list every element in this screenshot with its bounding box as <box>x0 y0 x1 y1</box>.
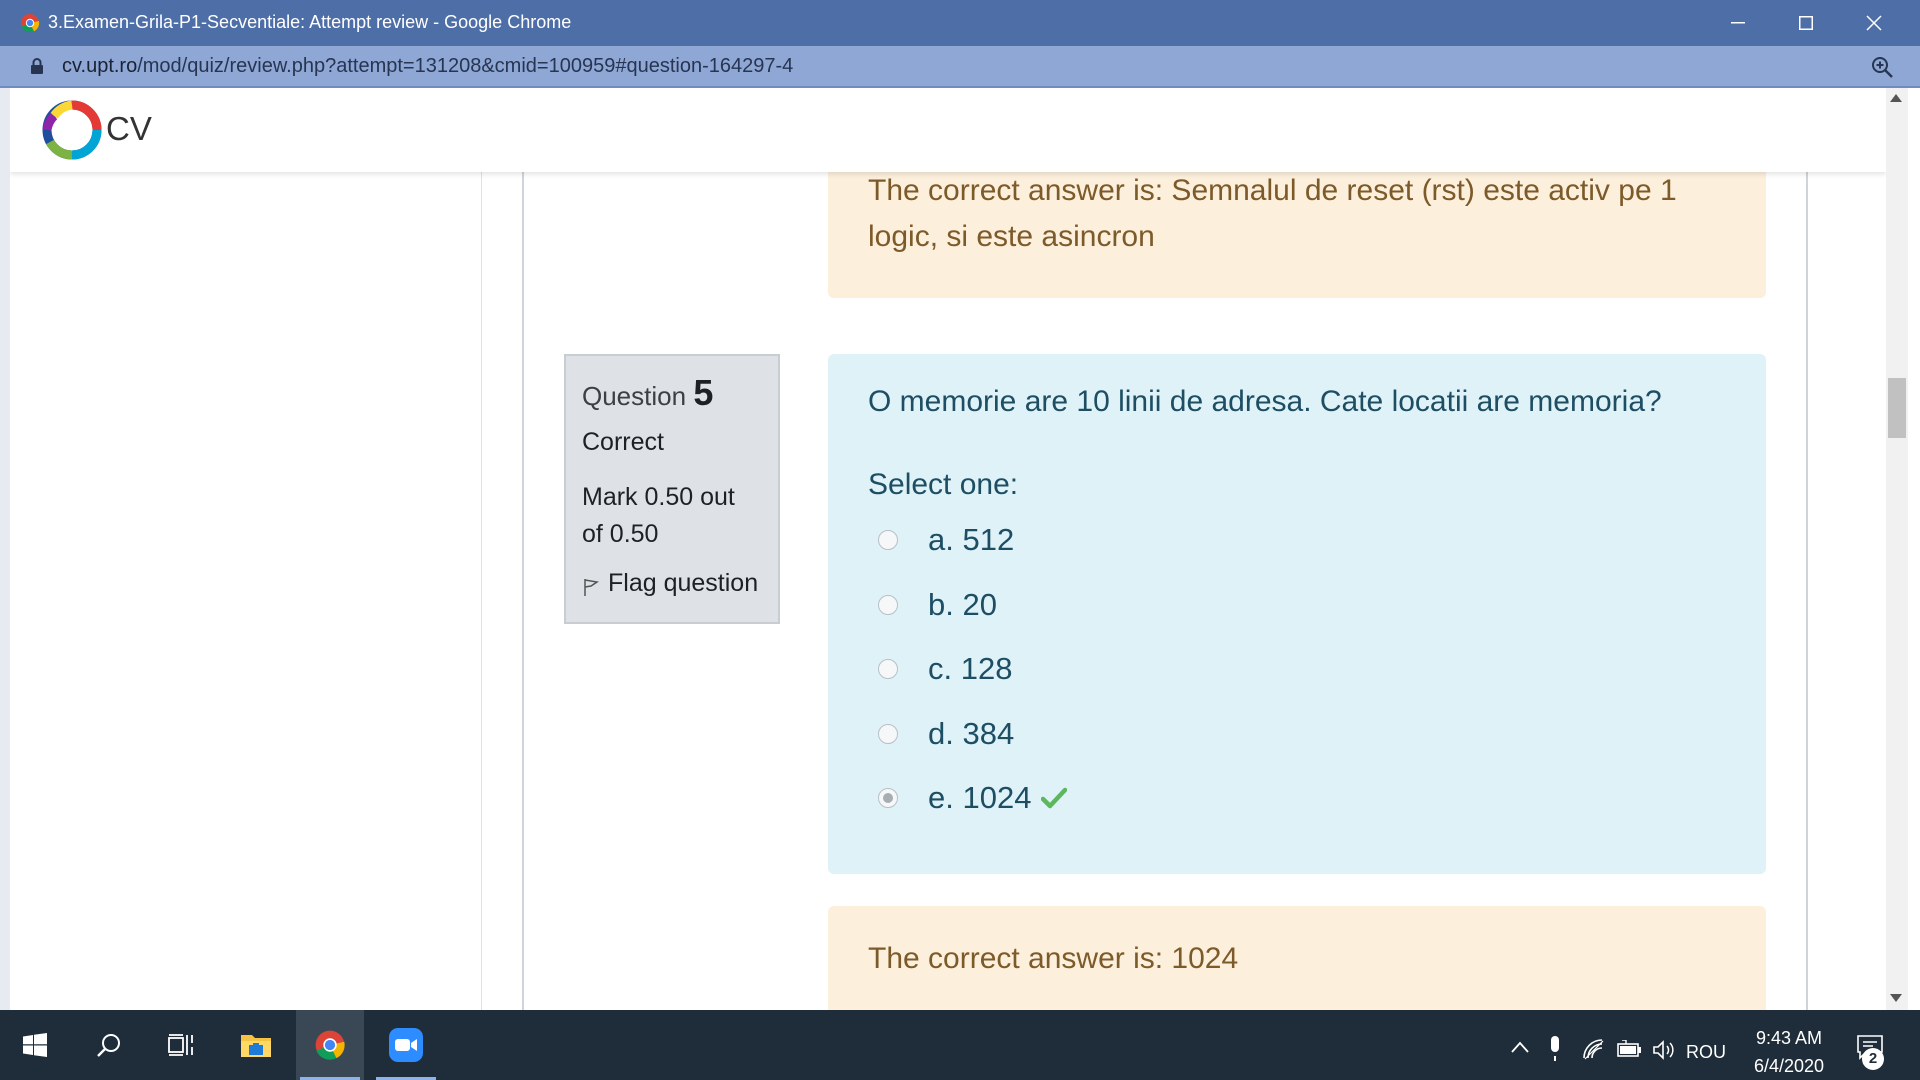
search-icon <box>97 1034 120 1057</box>
task-view-icon <box>168 1034 193 1056</box>
zoom-icon <box>389 1028 423 1062</box>
close-button[interactable] <box>1840 0 1908 46</box>
answer-prompt: Select one: <box>868 468 1019 501</box>
answer-label: e. 1024 <box>928 780 1032 816</box>
window-right-edge <box>1908 88 1920 1010</box>
answer-label: d. 384 <box>928 715 1015 751</box>
minimize-button[interactable] <box>1704 0 1772 46</box>
chrome-taskbar-button[interactable] <box>296 1010 364 1080</box>
browser-title-bar: 3.Examen-Grila-P1-Secventiale: Attempt r… <box>0 0 1920 46</box>
content-border-right <box>1806 172 1808 1010</box>
search-button[interactable] <box>76 1010 142 1080</box>
window-left-edge <box>0 88 10 1010</box>
file-explorer-icon <box>241 1035 271 1057</box>
answer-option-a[interactable]: a. 512 <box>868 508 1726 573</box>
answer-option-e[interactable]: e. 1024 <box>868 766 1726 831</box>
drawer-divider <box>481 172 482 1010</box>
zoom-taskbar-button[interactable] <box>372 1010 440 1080</box>
site-header: CV <box>10 88 1886 172</box>
content-border-left <box>522 172 524 1010</box>
site-logo-icon[interactable] <box>42 100 102 160</box>
maximize-icon <box>1799 16 1813 30</box>
question-feedback: The correct answer is: 1024 <box>828 906 1766 1010</box>
answer-radio[interactable] <box>878 594 898 615</box>
previous-question-feedback: The correct answer is: Semnalul de reset… <box>828 158 1766 298</box>
clock-date: 6/4/2020 <box>1753 1056 1825 1076</box>
answer-radio[interactable] <box>878 723 898 744</box>
answer-label: a. 512 <box>928 522 1015 558</box>
chrome-logo-icon <box>21 14 40 33</box>
question-content: O memorie are 10 linii de adresa. Cate l… <box>828 354 1766 874</box>
system-clock[interactable]: 9:43 AM 6/4/2020 <box>1744 1024 1834 1080</box>
answer-radio[interactable] <box>878 659 898 680</box>
answer-option-c[interactable]: c. 128 <box>868 637 1726 702</box>
flag-icon <box>584 578 599 596</box>
answer-list: a. 512 b. 20 c. 128 d. 384 e. 1024 <box>868 508 1726 831</box>
question-state: Correct <box>582 428 664 456</box>
maximize-button[interactable] <box>1772 0 1840 46</box>
answer-label: b. 20 <box>928 586 997 622</box>
microphone-icon[interactable] <box>1548 1036 1562 1062</box>
question-grade: Mark 0.50 out of 0.50 <box>582 483 735 548</box>
question-number: Question 5 <box>582 372 714 413</box>
clock-time: 9:43 AM <box>1755 1028 1823 1048</box>
scroll-thumb[interactable] <box>1888 378 1906 438</box>
start-button[interactable] <box>0 1010 70 1080</box>
zoom-magnifier-icon[interactable] <box>1870 55 1894 79</box>
correct-check-icon <box>1041 788 1068 809</box>
answer-option-d[interactable]: d. 384 <box>868 702 1726 767</box>
chrome-icon <box>315 1030 345 1060</box>
wifi-icon[interactable] <box>1582 1038 1606 1060</box>
address-bar[interactable]: cv.upt.ro/mod/quiz/review.php?attempt=13… <box>0 46 1920 88</box>
vertical-scrollbar[interactable] <box>1886 88 1908 1010</box>
lock-icon <box>31 58 43 74</box>
battery-icon[interactable] <box>1616 1040 1642 1058</box>
flag-question-button[interactable]: Flag question <box>582 569 762 598</box>
window-title: 3.Examen-Grila-P1-Secventiale: Attempt r… <box>48 12 572 32</box>
volume-icon[interactable] <box>1652 1040 1676 1060</box>
input-language[interactable]: ROU <box>1686 1042 1726 1063</box>
file-explorer-button[interactable] <box>222 1010 290 1080</box>
answer-option-b[interactable]: b. 20 <box>868 573 1726 638</box>
scroll-up-arrow-icon[interactable] <box>1890 94 1902 102</box>
minimize-icon <box>1731 22 1745 24</box>
windows-start-icon <box>23 1033 47 1057</box>
task-view-button[interactable] <box>148 1010 214 1080</box>
url-text[interactable]: cv.upt.ro/mod/quiz/review.php?attempt=13… <box>62 55 793 78</box>
question-info-panel: Question 5 Correct Mark 0.50 out of 0.50… <box>564 354 780 624</box>
question-text: O memorie are 10 linii de adresa. Cate l… <box>868 385 1662 418</box>
site-brand[interactable]: CV <box>106 110 152 148</box>
answer-radio-selected[interactable] <box>878 788 898 809</box>
close-icon <box>1866 15 1882 31</box>
chevron-up-icon[interactable] <box>1510 1040 1530 1054</box>
scroll-down-arrow-icon[interactable] <box>1890 994 1902 1002</box>
answer-label: c. 128 <box>928 651 1013 687</box>
page-viewport: CV The correct answer is: Semnalul de re… <box>10 88 1886 1010</box>
answer-radio[interactable] <box>878 530 898 551</box>
notification-count-badge: 2 <box>1862 1048 1884 1070</box>
